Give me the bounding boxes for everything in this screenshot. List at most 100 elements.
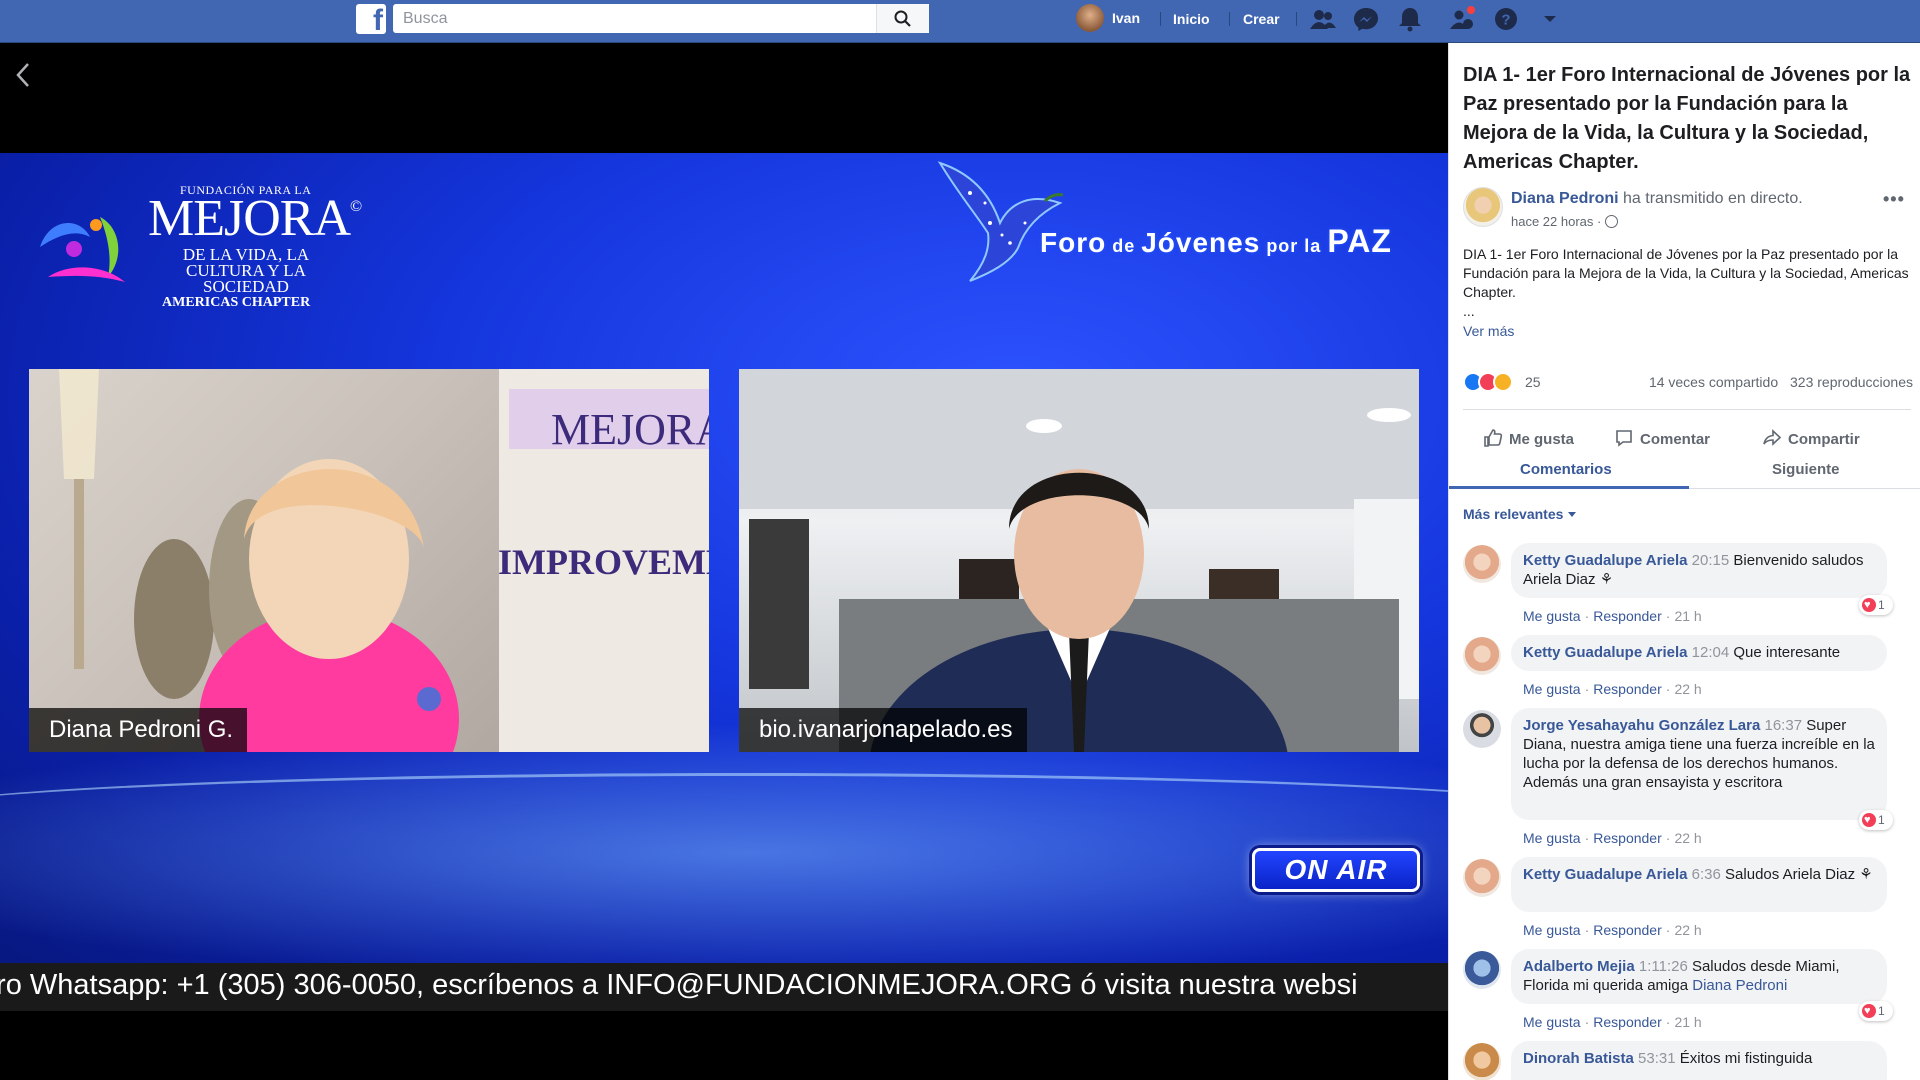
more-options-icon[interactable]: ••• (1883, 189, 1905, 210)
speaker-name-label: Diana Pedroni G. (29, 708, 248, 752)
post-actions: Me gusta Comentar Compartir (1463, 409, 1911, 449)
logo-chapter: AMERICAS CHAPTER (162, 295, 311, 310)
comment-reply-link[interactable]: Responder (1593, 922, 1662, 938)
help-icon[interactable]: ? (1492, 6, 1520, 32)
commenter-name[interactable]: Ketty Guadalupe Ariela (1523, 866, 1688, 883)
comment-like-link[interactable]: Me gusta (1523, 830, 1581, 846)
foro-title: Foro de Jóvenes por la PAZ (1040, 223, 1392, 259)
commenter-name[interactable]: Ketty Guadalupe Ariela (1523, 552, 1688, 569)
back-arrow-icon[interactable] (14, 61, 32, 89)
comment-bubble: Ketty Guadalupe Ariela 20:15 Bienvenido … (1511, 543, 1887, 598)
avatar[interactable] (1463, 545, 1501, 583)
search-input[interactable] (393, 4, 873, 33)
avatar[interactable] (1463, 951, 1501, 989)
live-stream-frame: FUNDACIÓN PARA LA MEJORA© DE LA VIDA, LA… (0, 153, 1448, 966)
reaction-badge[interactable]: 1 (1859, 810, 1893, 830)
comment-button[interactable]: Comentar (1614, 428, 1710, 448)
video-player[interactable]: FUNDACIÓN PARA LA MEJORA© DE LA VIDA, LA… (0, 43, 1448, 1080)
commenter-name[interactable]: Dinorah Batista (1523, 1050, 1634, 1067)
comment-age[interactable]: 22 h (1674, 922, 1701, 938)
commenter-name[interactable]: Ketty Guadalupe Ariela (1523, 644, 1688, 661)
nav-divider (1296, 12, 1297, 26)
avatar[interactable] (1463, 859, 1501, 897)
speaker-video-left: MEJORA IMPROVEMENT Diana Pedroni G. (29, 369, 709, 752)
views-count: 323 reproducciones (1790, 374, 1913, 390)
like-button[interactable]: Me gusta (1483, 428, 1574, 448)
care-reaction-icon (1493, 372, 1513, 392)
reaction-badge[interactable]: 1 (1859, 1001, 1893, 1021)
post-stats: 25 14 veces compartido 323 reproduccione… (1463, 372, 1913, 394)
friends-activity-icon[interactable] (1448, 6, 1476, 32)
reaction-badge[interactable]: 1 (1859, 595, 1893, 615)
facebook-logo[interactable]: f (356, 4, 386, 36)
comment-timecode[interactable]: 1:11:26 (1639, 958, 1688, 975)
ticker-text: tro Whatsapp: +1 (305) 306-0050, escríbe… (0, 969, 1358, 1001)
comment-timecode[interactable]: 6:36 (1692, 866, 1721, 883)
logo-title: MEJORA© (148, 190, 362, 247)
comment-reply-link[interactable]: Responder (1593, 681, 1662, 697)
commenter-name[interactable]: Adalberto Mejia (1523, 958, 1635, 975)
shares-count[interactable]: 14 veces compartido (1649, 374, 1778, 390)
comment-timecode[interactable]: 53:31 (1638, 1050, 1676, 1067)
comment-timecode[interactable]: 12:04 (1692, 644, 1730, 661)
caret-down-icon (1568, 512, 1577, 517)
tab-next[interactable]: Siguiente (1772, 461, 1840, 478)
author-avatar[interactable] (1463, 187, 1503, 227)
sort-comments-dropdown[interactable]: Más relevantes (1463, 506, 1577, 522)
search-icon (894, 10, 911, 27)
notifications-icon[interactable] (1396, 6, 1424, 32)
comment-like-link[interactable]: Me gusta (1523, 1014, 1581, 1030)
tab-comments[interactable]: Comentarios (1520, 461, 1612, 478)
comment-meta: Me gusta · Responder · 22 h (1523, 922, 1702, 938)
svg-text:IMPROVEMENT: IMPROVEMENT (498, 542, 709, 582)
comment-reply-link[interactable]: Responder (1593, 608, 1662, 624)
home-link[interactable]: Inicio (1173, 11, 1210, 27)
reactions-summary[interactable] (1463, 372, 1513, 392)
avatar (1076, 4, 1104, 32)
avatar[interactable] (1463, 710, 1501, 748)
author-action: ha transmitido en directo. (1618, 190, 1803, 207)
comment-bubble: Jorge Yesahayahu González Lara 16:37 Sup… (1511, 708, 1887, 820)
share-button[interactable]: Compartir (1762, 428, 1860, 448)
comment-meta: Me gusta · Responder · 22 h (1523, 681, 1702, 697)
reactions-count[interactable]: 25 (1525, 374, 1541, 390)
background-wave (0, 773, 1448, 853)
comment-tabs: Comentarios Siguiente (1449, 451, 1920, 489)
comment-meta: Me gusta · Responder · 21 h (1523, 608, 1702, 624)
comment-bubble: Adalberto Mejia 1:11:26 Saludos desde Mi… (1511, 949, 1887, 1004)
comment-like-link[interactable]: Me gusta (1523, 922, 1581, 938)
comment-text: Éxitos mi fistinguida (1675, 1050, 1813, 1067)
profile-name: Ivan (1112, 10, 1141, 26)
comment-reply-link[interactable]: Responder (1593, 830, 1662, 846)
active-tab-indicator (1449, 486, 1689, 489)
messenger-icon[interactable] (1352, 6, 1380, 32)
comment-timecode[interactable]: 16:37 (1765, 717, 1803, 734)
create-link[interactable]: Crear (1243, 11, 1280, 27)
profile-link[interactable]: Ivan (1076, 4, 1140, 32)
avatar[interactable] (1463, 1043, 1501, 1080)
avatar[interactable] (1463, 637, 1501, 675)
friend-requests-icon[interactable] (1309, 6, 1337, 32)
comment-age[interactable]: 21 h (1674, 608, 1701, 624)
comment-mention[interactable]: Diana Pedroni (1692, 977, 1787, 994)
comment-age[interactable]: 21 h (1674, 1014, 1701, 1030)
author-name[interactable]: Diana Pedroni (1511, 190, 1619, 207)
search-button[interactable] (876, 4, 929, 33)
comment-like-link[interactable]: Me gusta (1523, 681, 1581, 697)
logo-subtitle: DE LA VIDA, LA CULTURA Y LA SOCIEDAD (182, 245, 310, 297)
comment-like-link[interactable]: Me gusta (1523, 608, 1581, 624)
chevron-down-icon[interactable] (1536, 6, 1564, 32)
commenter-name[interactable]: Jorge Yesahayahu González Lara (1523, 717, 1760, 734)
comment-timecode[interactable]: 20:15 (1692, 552, 1730, 569)
comment-reply-link[interactable]: Responder (1593, 1014, 1662, 1030)
comment-icon (1616, 430, 1632, 447)
see-more-link[interactable]: Ver más (1463, 323, 1514, 339)
comment-age[interactable]: 22 h (1674, 830, 1701, 846)
post-timestamp[interactable]: hace 22 horas · (1511, 214, 1619, 229)
nav-divider (1160, 12, 1161, 26)
svg-text:MEJORA: MEJORA (551, 405, 709, 454)
comment-meta: Me gusta · Responder · 22 h (1523, 830, 1702, 846)
thumbs-up-icon (1484, 429, 1503, 447)
comment-age[interactable]: 22 h (1674, 681, 1701, 697)
author-line: Diana Pedroni ha transmitido en directo. (1511, 190, 1803, 208)
